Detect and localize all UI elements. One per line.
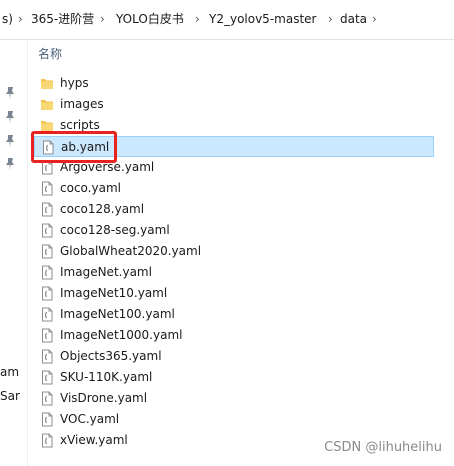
file-name: VisDrone.yaml [60,391,148,405]
file-row[interactable]: Objects365.yaml [34,346,434,367]
breadcrumb-item-root[interactable]: s) [2,11,13,27]
yaml-file-icon [40,244,54,259]
file-name: ImageNet10.yaml [60,286,168,300]
yaml-file-icon [40,181,54,196]
yaml-file-icon [40,412,54,427]
breadcrumb-separator: › [195,12,200,26]
address-bar[interactable]: s) › 365-进阶营 › YOLO白皮书 › Y2_yolov5-maste… [0,0,454,40]
pin-icon [6,135,14,147]
yaml-file-icon [40,349,54,364]
breadcrumb-separator: › [100,12,105,26]
column-header-name[interactable]: 名称 [38,46,62,62]
navigation-pane[interactable]: am Sar [0,40,28,466]
folder-name: hyps [60,76,89,90]
file-row[interactable]: coco.yaml [34,178,434,199]
file-name: ImageNet.yaml [60,265,152,279]
file-name: coco128.yaml [60,202,145,216]
file-row[interactable]: ImageNet10.yaml [34,283,434,304]
yaml-file-icon [40,265,54,280]
file-row[interactable]: coco128.yaml [34,199,434,220]
file-name: Objects365.yaml [60,349,162,363]
file-row[interactable]: ImageNet100.yaml [34,304,434,325]
file-name: coco128-seg.yaml [60,223,170,237]
folder-name: images [60,97,104,111]
nav-item-label[interactable]: Sar [0,389,20,403]
file-name: ImageNet100.yaml [60,307,175,321]
yaml-file-icon [40,307,54,322]
yaml-file-icon [40,391,54,406]
folder-row[interactable]: images [34,94,434,115]
yaml-file-icon [40,433,54,448]
pin-icon [6,111,14,123]
folder-icon [40,97,54,112]
file-row[interactable]: SKU-110K.yaml [34,367,434,388]
file-name: SKU-110K.yaml [60,370,153,384]
yaml-file-icon [40,223,54,238]
yaml-file-icon [40,328,54,343]
breadcrumb-separator: › [372,12,377,26]
file-name: GlobalWheat2020.yaml [60,244,202,258]
file-row[interactable]: ImageNet.yaml [34,262,434,283]
breadcrumb-separator: › [18,12,23,26]
nav-item-label[interactable]: am [0,365,19,379]
file-row[interactable]: coco128-seg.yaml [34,220,434,241]
yaml-file-icon [40,370,54,385]
file-row[interactable]: ImageNet1000.yaml [34,325,434,346]
file-row[interactable]: VOC.yaml [34,409,434,430]
file-row[interactable]: GlobalWheat2020.yaml [34,241,434,262]
yaml-file-icon [40,202,54,217]
file-row[interactable]: VisDrone.yaml [34,388,434,409]
yaml-file-icon [40,286,54,301]
pin-icon [6,87,14,99]
folder-row[interactable]: hyps [34,73,434,94]
breadcrumb-item-yolov5[interactable]: Y2_yolov5-master [209,11,316,27]
file-name: xView.yaml [60,433,128,447]
pin-icon [6,158,14,170]
breadcrumb-item-yolo[interactable]: YOLO白皮书 [116,11,184,27]
breadcrumb-item-365[interactable]: 365-进阶营 [31,11,94,27]
watermark: CSDN @lihuhelihu [324,440,442,455]
annotation-highlight-box [31,131,117,163]
breadcrumb-separator: › [328,12,333,26]
file-name: coco.yaml [60,181,121,195]
file-name: ImageNet1000.yaml [60,328,183,342]
folder-icon [40,76,54,91]
file-name: VOC.yaml [60,412,120,426]
breadcrumb-item-data[interactable]: data [340,11,367,27]
